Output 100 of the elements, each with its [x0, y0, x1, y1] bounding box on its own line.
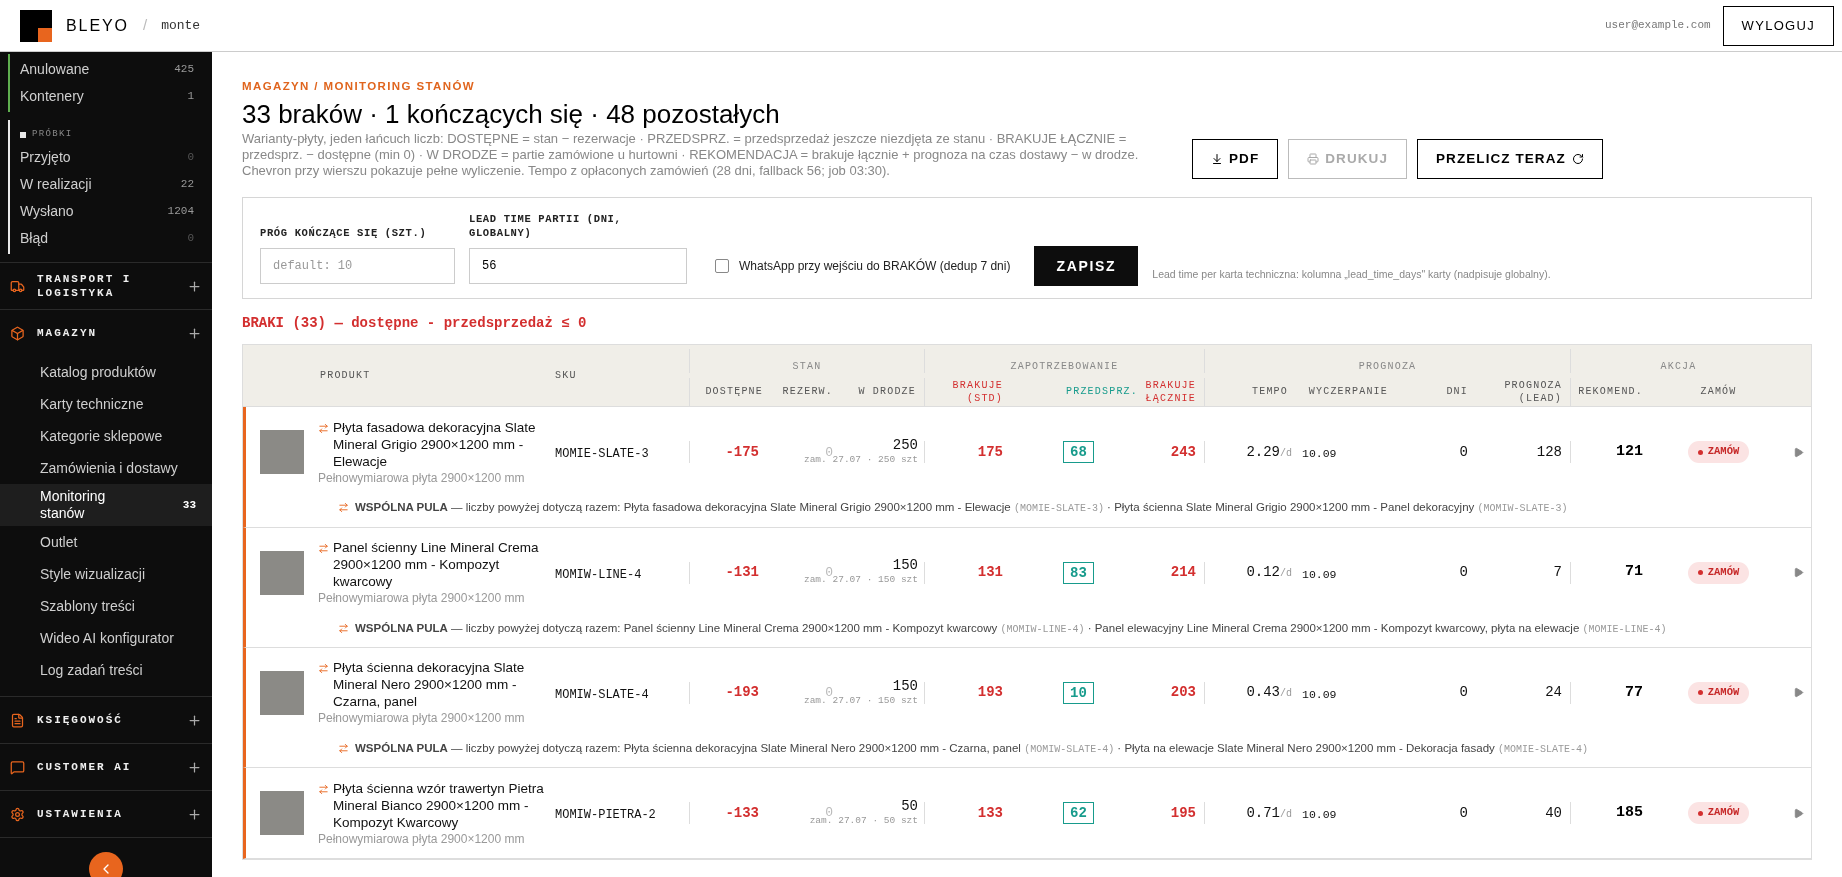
square-icon [20, 132, 26, 138]
product-title: Płyta ścienna wzór trawertyn Pietra Mineral Bianco 2900×1200 mm - Kompozyt Kwarcowy [333, 779, 545, 831]
nav-item[interactable]: Outlet [0, 526, 212, 558]
status-item[interactable]: Kontenery 1 [20, 83, 194, 110]
reserved-value: 0 [825, 563, 833, 582]
status-item[interactable]: Anulowane 425 [20, 56, 194, 83]
depletion-date: 10.09 [1302, 808, 1337, 821]
plus-icon [187, 325, 202, 341]
days-value: 0 [1459, 803, 1468, 823]
nav-item[interactable]: Karty techniczne [0, 388, 212, 420]
presale-badge: 62 [1063, 802, 1094, 824]
shortage-value: 193 [977, 683, 1003, 703]
input-field[interactable]: 56 [469, 248, 687, 285]
nav-section-header[interactable]: KSIĘGOWOŚĆ [0, 697, 212, 743]
status-item[interactable]: Przyjęto 0 [20, 144, 194, 171]
status-item[interactable]: Wysłano 1204 [20, 198, 194, 225]
column-header: WYCZERPANIE [1308, 385, 1388, 399]
recommended-value: 77 [1625, 682, 1643, 703]
shortage-value: 131 [977, 563, 1003, 582]
nav-item[interactable]: Katalog produktów [0, 356, 212, 388]
action-button[interactable]: PDF [1192, 139, 1279, 180]
product-title: Płyta fasadowa dekoracyjna Slate Mineral Grigio 2900×1200 mm - Elewacje [333, 418, 537, 470]
column-header: REZERW. [782, 385, 833, 399]
download-icon [1211, 153, 1223, 166]
days-value: 0 [1459, 442, 1468, 462]
column-header: DNI [1446, 385, 1468, 399]
expand-triangle-icon[interactable] [1793, 687, 1804, 699]
collapse-button[interactable] [89, 852, 123, 877]
presale-badge: 68 [1063, 441, 1094, 464]
column-group-header: STAN [792, 360, 822, 374]
column-header: W DRODZE [858, 385, 916, 399]
nav-item[interactable]: Style wizualizacji [0, 558, 212, 590]
order-button[interactable]: ZAMÓW [1687, 802, 1750, 824]
nav-item[interactable]: Szablony treści [0, 590, 212, 622]
tempo-value: 0.43/d [1246, 683, 1292, 703]
logo-icon [20, 9, 52, 42]
expand-triangle-icon[interactable] [1793, 446, 1804, 458]
available-value: -133 [725, 803, 759, 823]
tempo-value: 0.12/d [1246, 563, 1292, 582]
nav-section-header[interactable]: MAGAZYN [0, 310, 212, 356]
tempo-value: 2.29/d [1246, 442, 1292, 462]
column-header: ZAMÓW [1700, 385, 1737, 399]
presale-badge: 10 [1063, 681, 1094, 704]
in-transit-value: 150 [892, 557, 918, 574]
plus-icon [187, 278, 202, 294]
depletion-date: 10.09 [1302, 687, 1337, 701]
nav-item[interactable]: Log zadań treści [0, 654, 212, 686]
column-group-header: PROGNOZA [1358, 360, 1417, 374]
swap-arrows-icon [338, 622, 349, 634]
product-title: Płyta ścienna dekoracyjna Slate Mineral Nero 2900×1200 mm - Czarna, panel [333, 659, 526, 711]
order-button[interactable]: ZAMÓW [1687, 441, 1750, 464]
nav-section-header[interactable]: CUSTOMER AI [0, 744, 212, 790]
reserved-value: 0 [825, 684, 833, 702]
sku-text: MOMIW-PIETRA-2 [555, 808, 656, 822]
in-transit-value: 50 [901, 797, 918, 814]
presale-badge: 83 [1063, 561, 1094, 584]
expand-triangle-icon[interactable] [1793, 567, 1804, 578]
sku-text: MOMIW-LINE-4 [555, 567, 642, 582]
action-button[interactable]: PRZELICZ TERAZ [1417, 139, 1603, 180]
logout-button[interactable]: WYLOGUJ [1722, 5, 1834, 46]
order-button[interactable]: ZAMÓW [1687, 561, 1750, 584]
box-icon [10, 325, 25, 341]
column-header: TEMPO [1252, 385, 1288, 399]
column-group-header: ZAPOTRZEBOWANIE [1010, 360, 1119, 374]
order-button[interactable]: ZAMÓW [1687, 681, 1750, 704]
column-header: BRAKUJE ŁĄCZNIE [1145, 378, 1196, 405]
tenant-name: monte [161, 16, 201, 35]
column-header: DOSTĘPNE [705, 385, 763, 399]
brand-name: BLEYO [66, 15, 129, 36]
recommended-value: 121 [1616, 442, 1643, 462]
nav-item[interactable]: Monitoring stanów 33 [0, 484, 212, 526]
nav-section-header[interactable]: USTAWIENIA [0, 791, 212, 837]
group-title: PRÓBKI [32, 128, 73, 142]
column-header: REKOMEND. [1578, 385, 1643, 399]
shortage-total-value: 195 [1170, 803, 1196, 823]
column-header: PRODUKT [320, 369, 371, 383]
days-value: 0 [1459, 563, 1468, 582]
shortage-value: 133 [977, 803, 1003, 823]
nav-item[interactable]: Kategorie sklepowe [0, 420, 212, 452]
expand-triangle-icon[interactable] [1793, 807, 1804, 819]
breadcrumb: MAGAZYN / MONITORING STANÓW [242, 79, 476, 94]
shortage-total-value: 214 [1170, 563, 1196, 582]
plus-icon [187, 759, 202, 775]
save-button[interactable]: ZAPISZ [1034, 246, 1139, 287]
available-value: -175 [725, 442, 759, 462]
status-item[interactable]: W realizacji 22 [20, 171, 194, 198]
shared-pool-note: WSPÓLNA PULA — liczby powyżej dotyczą razem: Płyta ścienna dekoracyjna Slate Mineral Nero 2900×1200 mm - Czarna, panel (MOMIW-SLATE-4) · Płyta na elewacje Slate Mineral Nero 2900×1200 mm - Dekoracja fasady (MOMIE-SLATE-4) [355, 740, 1589, 757]
checkbox[interactable] [715, 259, 729, 274]
checkbox-label: WhatsApp przy wejściu do BRAKÓW (dedup 7 dni) [739, 257, 1011, 276]
shortage-total-value: 203 [1170, 683, 1196, 703]
status-item[interactable]: Błąd 0 [20, 225, 194, 252]
recommended-value: 71 [1625, 562, 1643, 583]
product-subtitle: Pełnowymiarowa płyta 2900×1200 mm [318, 590, 526, 606]
product-subtitle: Pełnowymiarowa płyta 2900×1200 mm [318, 830, 526, 847]
input-field[interactable]: default: 10 [260, 248, 455, 285]
photo-placeholder [260, 550, 304, 595]
field-label: PRÓG KOŃCZĄCE SIĘ (SZT.) [260, 226, 428, 241]
nav-section-header[interactable]: TRANSPORT I LOGISTYKA [0, 263, 212, 309]
nav-item[interactable]: Wideo AI konfigurator [0, 622, 212, 654]
nav-item[interactable]: Zamówienia i dostawy [0, 452, 212, 484]
